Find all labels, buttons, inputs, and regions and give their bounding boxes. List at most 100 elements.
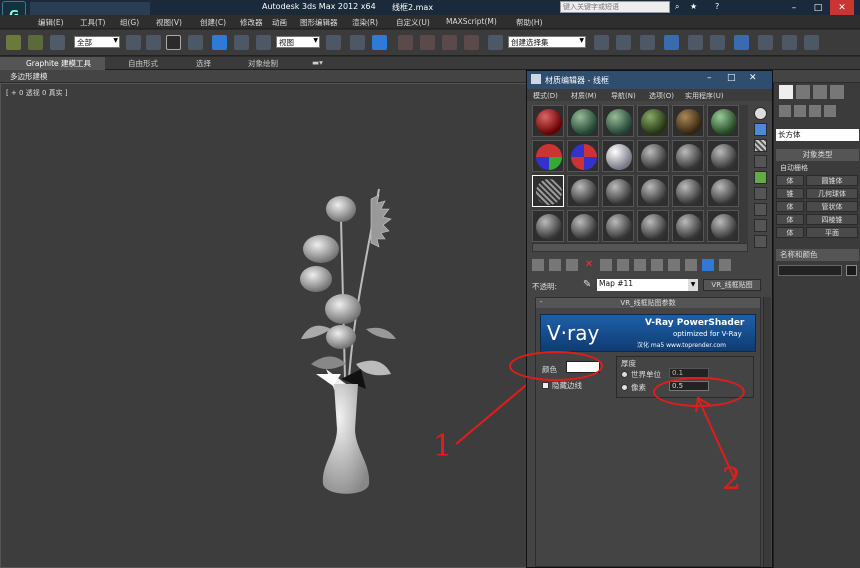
- rect-selection-icon[interactable]: [166, 35, 181, 50]
- sample-slot[interactable]: [532, 210, 564, 242]
- object-name-field[interactable]: [778, 265, 842, 276]
- menu-group[interactable]: 组(G): [120, 17, 139, 28]
- menu-modifiers[interactable]: 修改器: [240, 17, 263, 28]
- angle-snap-icon[interactable]: [420, 35, 435, 50]
- primitive-btn-cone[interactable]: 圆锥体: [806, 175, 858, 186]
- material-editor-titlebar[interactable]: 材质编辑器 - 线框 – □ ✕: [527, 71, 772, 89]
- sample-slot[interactable]: [707, 175, 739, 207]
- menu-maxscript[interactable]: MAXScript(M): [446, 17, 497, 26]
- primitive-btn-pyramid[interactable]: 四棱锥: [806, 214, 858, 225]
- background-icon[interactable]: [754, 139, 767, 152]
- bind-spacewarp-icon[interactable]: [50, 35, 65, 50]
- backlight-icon[interactable]: [754, 123, 767, 136]
- search-input[interactable]: 键入关键字或短语: [560, 1, 670, 13]
- pixels-radio[interactable]: [621, 384, 628, 391]
- create-tab-icon[interactable]: [779, 85, 793, 99]
- tab-object-paint[interactable]: 对象绘制: [248, 58, 278, 69]
- object-color-swatch[interactable]: [846, 265, 857, 276]
- select-manipulate-icon[interactable]: [350, 35, 365, 50]
- options-icon[interactable]: [754, 203, 767, 216]
- eyedropper-icon[interactable]: ✎: [583, 279, 591, 290]
- sample-slot[interactable]: [707, 140, 739, 172]
- primitive-btn-2[interactable]: 锥: [776, 188, 804, 199]
- sample-slot[interactable]: [602, 175, 634, 207]
- sample-slot[interactable]: [602, 210, 634, 242]
- primitive-btn-5[interactable]: 体: [776, 227, 804, 238]
- pivot-center-icon[interactable]: [326, 35, 341, 50]
- sample-slot[interactable]: [532, 105, 564, 137]
- motion-tab-icon[interactable]: [830, 85, 844, 99]
- link-icon[interactable]: [6, 35, 21, 50]
- scale-icon[interactable]: [256, 35, 271, 50]
- window-crossing-icon[interactable]: [188, 35, 203, 50]
- mated-menu-material[interactable]: 材质(M): [571, 91, 597, 101]
- mated-close-button[interactable]: ✕: [749, 73, 757, 83]
- sample-slot[interactable]: [672, 210, 704, 242]
- select-object-icon[interactable]: [126, 35, 141, 50]
- cameras-icon[interactable]: [824, 105, 836, 117]
- rollout-collapse-icon[interactable]: -: [540, 298, 543, 306]
- primitive-btn-3[interactable]: 体: [776, 201, 804, 212]
- primitive-btn-plane[interactable]: 平面: [806, 227, 858, 238]
- delete-icon[interactable]: ✕: [583, 259, 595, 271]
- primitive-btn-geosphere[interactable]: 几何球体: [806, 188, 858, 199]
- menu-animation[interactable]: 动画: [272, 17, 287, 28]
- sample-slot[interactable]: [637, 210, 669, 242]
- sample-slot[interactable]: [637, 140, 669, 172]
- sample-type-icon[interactable]: [754, 107, 767, 120]
- sample-slots-scrollbar[interactable]: [532, 243, 748, 252]
- edit-named-sel-icon[interactable]: [488, 35, 503, 50]
- hierarchy-tab-icon[interactable]: [813, 85, 827, 99]
- go-sibling-icon[interactable]: [719, 259, 731, 271]
- show-end-result-icon[interactable]: [685, 259, 697, 271]
- sample-slot[interactable]: [637, 105, 669, 137]
- vase-model[interactable]: [271, 179, 421, 509]
- put-to-library-icon[interactable]: [634, 259, 646, 271]
- curve-editor-icon[interactable]: [688, 35, 703, 50]
- mated-maximize-button[interactable]: □: [727, 73, 736, 83]
- rendered-frame-icon[interactable]: [782, 35, 797, 50]
- named-selection-dropdown[interactable]: 创建选择集: [508, 36, 586, 48]
- world-units-radio[interactable]: [621, 371, 628, 378]
- sample-slot[interactable]: [672, 175, 704, 207]
- sample-slot[interactable]: [567, 105, 599, 137]
- menu-customize[interactable]: 自定义(U): [396, 17, 430, 28]
- object-category-dropdown[interactable]: 长方体: [776, 129, 859, 141]
- move-icon[interactable]: [212, 35, 227, 50]
- snaps-toggle-icon[interactable]: [398, 35, 413, 50]
- lights-icon[interactable]: [809, 105, 821, 117]
- select-by-name-icon[interactable]: [146, 35, 161, 50]
- percent-snap-icon[interactable]: [442, 35, 457, 50]
- sample-slot[interactable]: [602, 105, 634, 137]
- uv-tiling-icon[interactable]: [754, 155, 767, 168]
- map-name-field[interactable]: Map #11: [597, 279, 697, 291]
- menu-graph-editors[interactable]: 图形编辑器: [300, 17, 338, 28]
- video-color-check-icon[interactable]: [754, 171, 767, 184]
- show-map-icon[interactable]: [668, 259, 680, 271]
- sample-slot[interactable]: [707, 105, 739, 137]
- mated-menu-modes[interactable]: 模式(D): [533, 91, 558, 101]
- rotate-icon[interactable]: [234, 35, 249, 50]
- maximize-button[interactable]: □: [806, 0, 830, 15]
- keyboard-shortcut-icon[interactable]: [372, 35, 387, 50]
- graphite-toggle-icon[interactable]: [664, 35, 679, 50]
- material-navigator-icon[interactable]: [754, 235, 767, 248]
- menu-tools[interactable]: 工具(T): [80, 17, 105, 28]
- hide-edges-checkbox[interactable]: [542, 382, 549, 389]
- sample-slot[interactable]: [602, 140, 634, 172]
- sample-slot[interactable]: [567, 140, 599, 172]
- modify-tab-icon[interactable]: [796, 85, 810, 99]
- tab-graphite[interactable]: Graphite 建模工具: [26, 58, 91, 69]
- rollout-header[interactable]: VR_线框贴图参数: [536, 298, 760, 308]
- assign-to-selection-icon[interactable]: [566, 259, 578, 271]
- menu-edit[interactable]: 编辑(E): [38, 17, 64, 28]
- autogrid-checkbox[interactable]: 自动栅格: [780, 163, 808, 173]
- align-icon[interactable]: [616, 35, 631, 50]
- binoculars-icon[interactable]: ⌕: [675, 2, 679, 12]
- menu-create[interactable]: 创建(C): [200, 17, 226, 28]
- map-type-button[interactable]: VR_线框贴图: [703, 279, 761, 291]
- reference-coord-dropdown[interactable]: 视图: [276, 36, 320, 48]
- sample-slot[interactable]: [672, 140, 704, 172]
- schematic-view-icon[interactable]: [710, 35, 725, 50]
- mated-menu-options[interactable]: 选项(O): [649, 91, 674, 101]
